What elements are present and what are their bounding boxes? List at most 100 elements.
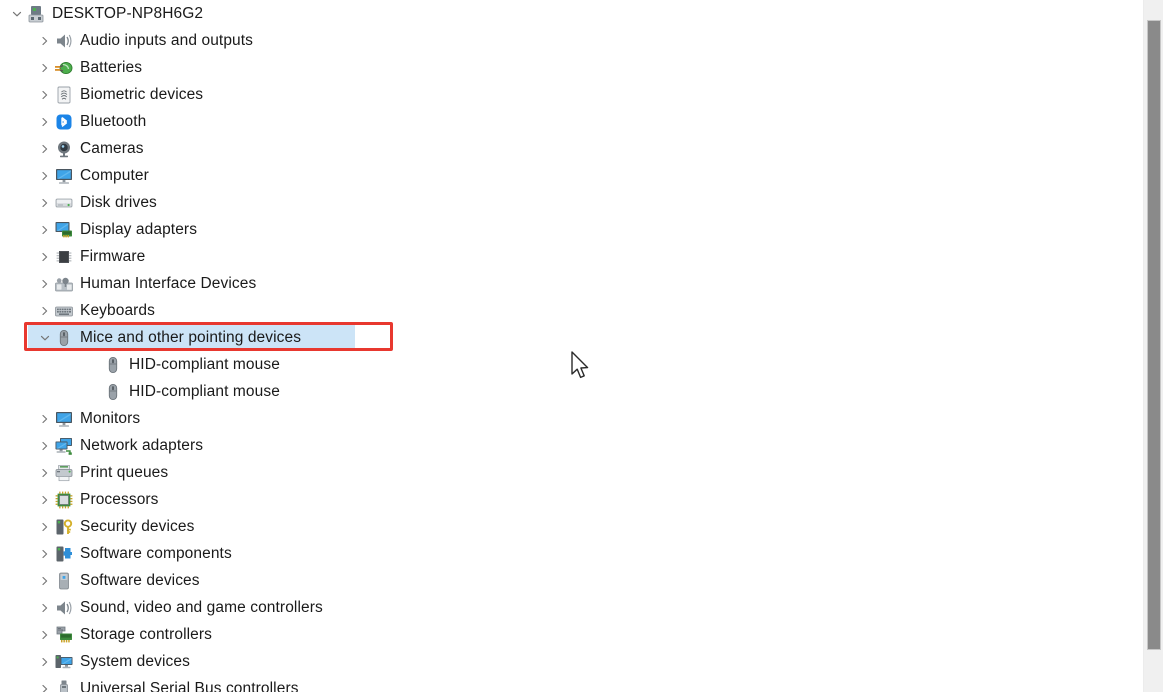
security-key-icon bbox=[54, 517, 74, 537]
camera-icon bbox=[54, 139, 74, 159]
device-tree[interactable]: DESKTOP-NP8H6G2 Audio inputs and outputs B… bbox=[0, 0, 1143, 692]
chevron-down-icon[interactable] bbox=[8, 0, 26, 27]
device-manager-window: DESKTOP-NP8H6G2 Audio inputs and outputs B… bbox=[0, 0, 1163, 692]
chevron-right-icon[interactable] bbox=[36, 189, 54, 216]
tree-item-label: Keyboards bbox=[80, 302, 156, 319]
tree-item-label: Software components bbox=[80, 545, 232, 562]
chevron-right-icon[interactable] bbox=[36, 648, 54, 675]
hid-icon bbox=[54, 274, 74, 294]
speaker-icon bbox=[54, 31, 74, 51]
tree-item-label: Biometric devices bbox=[80, 86, 204, 103]
chevron-right-icon[interactable] bbox=[36, 108, 54, 135]
chevron-right-icon[interactable] bbox=[36, 621, 54, 648]
chevron-right-icon[interactable] bbox=[36, 540, 54, 567]
tree-item-label: Software devices bbox=[80, 572, 200, 589]
mouse-icon bbox=[103, 382, 123, 402]
tree-item-human-interface-devices[interactable]: Human Interface Devices bbox=[0, 270, 1143, 297]
keyboard-icon bbox=[54, 301, 74, 321]
tree-root-item[interactable]: DESKTOP-NP8H6G2 bbox=[0, 0, 1143, 27]
tree-item-disk-drives[interactable]: Disk drives bbox=[0, 189, 1143, 216]
chevron-right-icon[interactable] bbox=[36, 405, 54, 432]
tree-item-bluetooth[interactable]: Bluetooth bbox=[0, 108, 1143, 135]
tree-item-software-devices[interactable]: Software devices bbox=[0, 567, 1143, 594]
tree-item-label: Disk drives bbox=[80, 194, 157, 211]
chevron-right-icon[interactable] bbox=[36, 216, 54, 243]
tree-item-label: Security devices bbox=[80, 518, 195, 535]
tree-item-audio-inputs-and-outputs[interactable]: Audio inputs and outputs bbox=[0, 27, 1143, 54]
tree-child-item[interactable]: HID-compliant mouse bbox=[0, 378, 1143, 405]
tree-item-monitors[interactable]: Monitors bbox=[0, 405, 1143, 432]
chevron-right-icon[interactable] bbox=[36, 54, 54, 81]
tree-item-label: Universal Serial Bus controllers bbox=[80, 680, 299, 692]
monitor-icon bbox=[54, 166, 74, 186]
chevron-right-icon[interactable] bbox=[36, 486, 54, 513]
tree-item-software-components[interactable]: Software components bbox=[0, 540, 1143, 567]
chevron-right-icon[interactable] bbox=[36, 270, 54, 297]
chevron-right-icon[interactable] bbox=[36, 675, 54, 692]
scrollbar-thumb[interactable] bbox=[1147, 20, 1161, 650]
tree-item-label: Human Interface Devices bbox=[80, 275, 257, 292]
chevron-down-icon[interactable] bbox=[36, 324, 54, 351]
chevron-right-icon[interactable] bbox=[36, 162, 54, 189]
tree-item-label: Batteries bbox=[80, 59, 143, 76]
tree-item-network-adapters[interactable]: Network adapters bbox=[0, 432, 1143, 459]
tree-item-mice-and-other-pointing-devices[interactable]: Mice and other pointing devices bbox=[0, 324, 1143, 351]
chevron-right-icon[interactable] bbox=[36, 81, 54, 108]
chevron-right-icon[interactable] bbox=[36, 432, 54, 459]
chevron-right-icon[interactable] bbox=[36, 27, 54, 54]
tree-item-label: Storage controllers bbox=[80, 626, 212, 643]
software-component-icon bbox=[54, 544, 74, 564]
software-device-icon bbox=[54, 571, 74, 591]
speaker-icon bbox=[54, 598, 74, 618]
tree-item-keyboards[interactable]: Keyboards bbox=[0, 297, 1143, 324]
tree-item-biometric-devices[interactable]: Biometric devices bbox=[0, 81, 1143, 108]
tree-item-sound-video-and-game-controllers[interactable]: Sound, video and game controllers bbox=[0, 594, 1143, 621]
tree-item-label: Print queues bbox=[80, 464, 169, 481]
tree-item-storage-controllers[interactable]: Storage controllers bbox=[0, 621, 1143, 648]
tree-item-label: Network adapters bbox=[80, 437, 204, 454]
tree-item-batteries[interactable]: Batteries bbox=[0, 54, 1143, 81]
tree-item-display-adapters[interactable]: Display adapters bbox=[0, 216, 1143, 243]
tree-item-label: Processors bbox=[80, 491, 159, 508]
fingerprint-icon bbox=[54, 85, 74, 105]
storage-controller-icon bbox=[54, 625, 74, 645]
chevron-right-icon[interactable] bbox=[36, 297, 54, 324]
computer-tower-icon bbox=[26, 4, 46, 24]
tree-item-label: Sound, video and game controllers bbox=[80, 599, 323, 616]
processor-icon bbox=[54, 490, 74, 510]
system-device-icon bbox=[54, 652, 74, 672]
chevron-right-icon[interactable] bbox=[36, 459, 54, 486]
display-adapter-icon bbox=[54, 220, 74, 240]
chevron-right-icon[interactable] bbox=[36, 243, 54, 270]
tree-item-label: Display adapters bbox=[80, 221, 198, 238]
chevron-right-icon[interactable] bbox=[36, 135, 54, 162]
tree-child-item[interactable]: HID-compliant mouse bbox=[0, 351, 1143, 378]
tree-item-system-devices[interactable]: System devices bbox=[0, 648, 1143, 675]
tree-item-label: Audio inputs and outputs bbox=[80, 32, 254, 49]
tree-item-label: DESKTOP-NP8H6G2 bbox=[52, 5, 204, 22]
tree-item-computer[interactable]: Computer bbox=[0, 162, 1143, 189]
chevron-right-icon[interactable] bbox=[36, 567, 54, 594]
vertical-scrollbar[interactable] bbox=[1143, 0, 1163, 692]
tree-item-label: System devices bbox=[80, 653, 190, 670]
tree-item-print-queues[interactable]: Print queues bbox=[0, 459, 1143, 486]
tree-item-universal-serial-bus-controllers[interactable]: Universal Serial Bus controllers bbox=[0, 675, 1143, 692]
disk-drive-icon bbox=[54, 193, 74, 213]
tree-item-security-devices[interactable]: Security devices bbox=[0, 513, 1143, 540]
tree-item-label: Monitors bbox=[80, 410, 141, 427]
tree-item-label: Computer bbox=[80, 167, 149, 184]
tree-item-label: Firmware bbox=[80, 248, 146, 265]
monitor-icon bbox=[54, 409, 74, 429]
tree-item-firmware[interactable]: Firmware bbox=[0, 243, 1143, 270]
tree-item-cameras[interactable]: Cameras bbox=[0, 135, 1143, 162]
chip-icon bbox=[54, 247, 74, 267]
chevron-right-icon[interactable] bbox=[36, 513, 54, 540]
tree-item-processors[interactable]: Processors bbox=[0, 486, 1143, 513]
tree-item-label: Cameras bbox=[80, 140, 144, 157]
printer-icon bbox=[54, 463, 74, 483]
tree-item-label: Mice and other pointing devices bbox=[80, 329, 302, 346]
chevron-right-icon[interactable] bbox=[36, 594, 54, 621]
tree-item-label: HID-compliant mouse bbox=[129, 383, 280, 400]
